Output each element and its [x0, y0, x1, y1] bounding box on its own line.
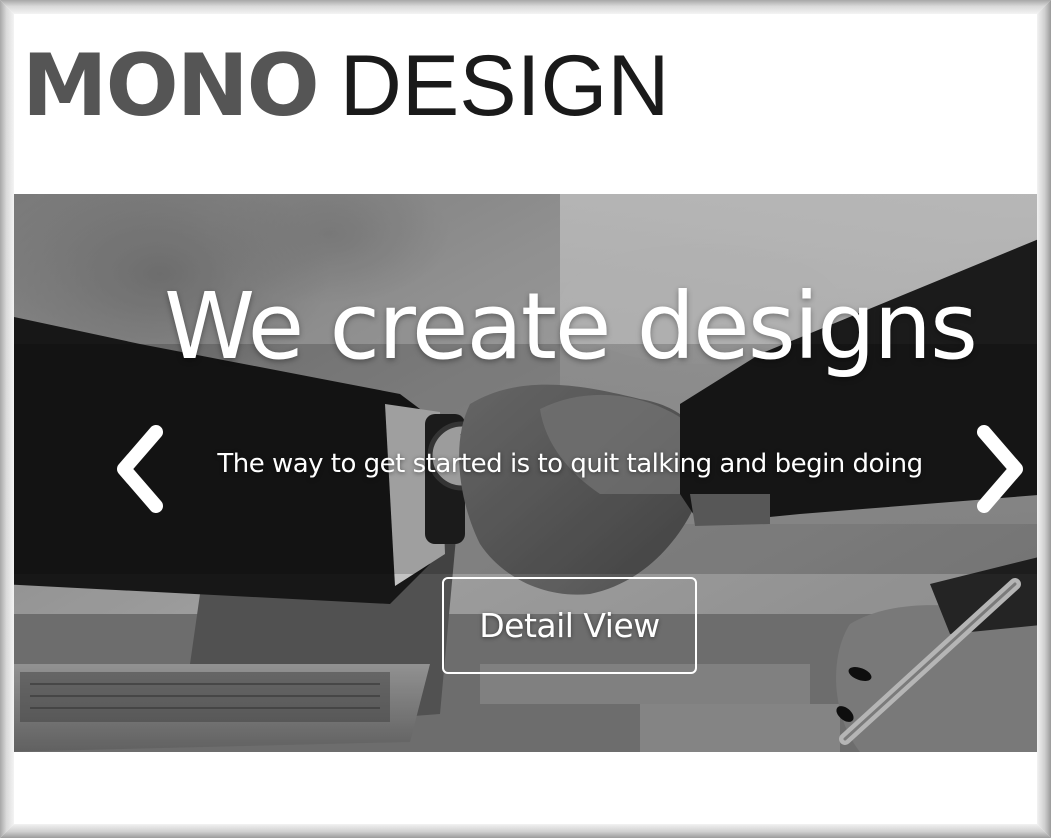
hero-title: We create designs: [164, 273, 978, 380]
detail-view-button[interactable]: Detail View: [442, 577, 697, 674]
site-header: MONO DESIGN: [14, 14, 1037, 194]
chevron-left-icon: [117, 425, 163, 513]
frame-edge-bottom: [0, 824, 1051, 838]
logo-bold-text: MONO: [22, 36, 320, 136]
chevron-right-icon: [977, 425, 1023, 513]
hero-slider: We create designs The way to get started…: [0, 194, 1051, 752]
site-logo[interactable]: MONO DESIGN: [22, 36, 670, 136]
frame-edge-top: [0, 0, 1051, 14]
slider-prev-button[interactable]: [104, 414, 174, 524]
slider-next-button[interactable]: [966, 414, 1036, 524]
logo-light-text: DESIGN: [339, 38, 670, 134]
page-frame: MONO DESIGN We create designs The way to…: [0, 0, 1051, 838]
